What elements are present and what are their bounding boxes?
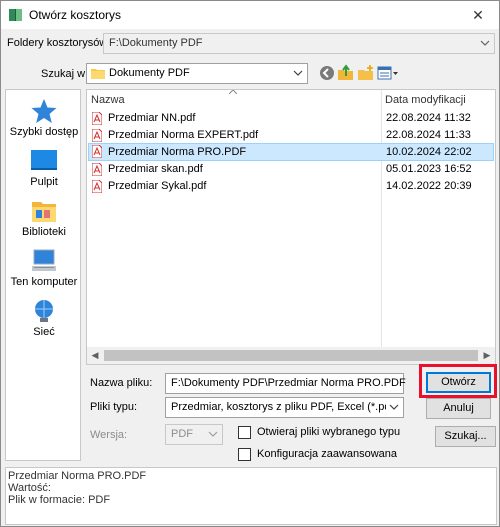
filename-value: F:\Dokumenty PDF\Przedmiar Norma PRO.PDF	[171, 377, 406, 389]
place-desktop[interactable]: Pulpit	[6, 148, 82, 188]
info-value: Wartość:	[8, 482, 51, 494]
chevron-down-icon	[208, 431, 218, 437]
pdf-file-icon	[92, 112, 102, 125]
place-label: Szybki dostęp	[9, 126, 79, 138]
sort-up-icon	[229, 90, 237, 94]
scroll-right-icon[interactable]: ▶	[482, 350, 492, 361]
new-folder-icon[interactable]	[357, 64, 375, 82]
chevron-down-icon	[389, 404, 399, 410]
lookin-combo[interactable]: Dokumenty PDF	[86, 63, 308, 84]
open-selected-type-label: Otwieraj pliki wybranego typu	[257, 426, 401, 438]
chevron-down-icon	[293, 70, 303, 76]
up-folder-icon[interactable]	[337, 64, 355, 82]
advanced-config-checkbox[interactable]	[238, 448, 251, 461]
file-list: Nazwa Data modyfikacji Przedmiar NN.pdf …	[86, 89, 496, 365]
file-name: Przedmiar Norma EXPERT.pdf	[108, 129, 259, 141]
version-combo[interactable]: PDF	[165, 424, 223, 445]
scroll-left-icon[interactable]: ◀	[90, 350, 100, 361]
file-row[interactable]: Przedmiar NN.pdf 22.08.2024 11:32	[88, 110, 494, 127]
star-icon	[31, 99, 57, 123]
title-bar: Otwórz kosztorys ✕	[1, 1, 499, 29]
column-header-date[interactable]: Data modyfikacji	[385, 90, 466, 110]
info-format: Plik w formacie: PDF	[8, 494, 111, 506]
scrollbar-thumb[interactable]	[104, 350, 478, 361]
folders-combo[interactable]: F:\Dokumenty PDF	[103, 33, 495, 54]
advanced-config-label: Konfiguracja zaawansowana	[257, 448, 398, 460]
column-header-name[interactable]: Nazwa	[91, 90, 125, 110]
lookin-value: Dokumenty PDF	[109, 67, 190, 79]
place-network[interactable]: Sieć	[6, 298, 82, 338]
file-info-panel: Przedmiar Norma PRO.PDF Wartość: Plik w …	[5, 467, 497, 525]
back-icon[interactable]	[318, 64, 336, 82]
file-row[interactable]: Przedmiar Sykal.pdf 14.02.2022 20:39	[88, 178, 494, 195]
place-quick-access[interactable]: Szybki dostęp	[6, 98, 82, 138]
window-title: Otwórz kosztorys	[29, 8, 122, 22]
computer-icon	[32, 249, 56, 271]
file-date: 22.08.2024 11:33	[386, 129, 471, 141]
place-label: Biblioteki	[21, 226, 67, 238]
file-name: Przedmiar Sykal.pdf	[108, 180, 207, 192]
file-name: Przedmiar NN.pdf	[108, 112, 196, 124]
place-this-pc[interactable]: Ten komputer	[6, 248, 82, 288]
open-estimate-dialog: Otwórz kosztorys ✕ Foldery kosztorysów: …	[0, 0, 500, 527]
network-icon	[35, 300, 53, 322]
open-button[interactable]: Otwórz	[426, 372, 491, 393]
folders-value: F:\Dokumenty PDF	[109, 37, 203, 49]
file-date: 10.02.2024 22:02	[386, 146, 472, 158]
file-date: 05.01.2023 16:52	[386, 163, 472, 175]
file-row[interactable]: Przedmiar Norma EXPERT.pdf 22.08.2024 11…	[88, 127, 494, 144]
place-label: Sieć	[33, 326, 55, 338]
info-filename: Przedmiar Norma PRO.PDF	[8, 470, 147, 482]
pdf-file-icon	[92, 129, 102, 142]
version-label: Wersja:	[90, 429, 128, 441]
search-button[interactable]: Szukaj...	[435, 426, 496, 447]
place-libraries[interactable]: Biblioteki	[6, 198, 82, 238]
cancel-button[interactable]: Anuluj	[426, 398, 491, 419]
chevron-down-icon	[480, 40, 490, 46]
place-label: Ten komputer	[10, 276, 78, 288]
place-label: Pulpit	[30, 176, 58, 188]
version-value: PDF	[171, 428, 193, 440]
filename-label: Nazwa pliku:	[90, 377, 153, 389]
file-date: 22.08.2024 11:32	[386, 112, 471, 124]
close-button[interactable]: ✕	[463, 4, 493, 26]
filename-input[interactable]: F:\Dokumenty PDF\Przedmiar Norma PRO.PDF	[165, 373, 406, 394]
file-name: Przedmiar Norma PRO.PDF	[108, 146, 247, 158]
file-row[interactable]: Przedmiar skan.pdf 05.01.2023 16:52	[88, 161, 494, 178]
pdf-file-icon	[92, 163, 102, 176]
book-icon	[9, 9, 22, 21]
folder-icon	[91, 69, 105, 79]
open-selected-type-checkbox[interactable]	[238, 426, 251, 439]
pdf-file-icon	[92, 145, 102, 158]
view-menu-icon[interactable]	[377, 64, 399, 82]
libraries-icon	[32, 202, 56, 222]
folders-label: Foldery kosztorysów:	[7, 37, 111, 49]
file-row-selected[interactable]: Przedmiar Norma PRO.PDF 10.02.2024 22:02	[88, 143, 494, 161]
places-bar: Szybki dostęp Pulpit Biblioteki Ten komp…	[5, 89, 81, 461]
horizontal-scrollbar[interactable]: ◀ ▶	[87, 347, 495, 364]
file-name: Przedmiar skan.pdf	[108, 163, 203, 175]
filetype-value: Przedmiar, kosztorys z pliku PDF, Excel …	[171, 401, 386, 413]
pdf-file-icon	[92, 180, 102, 193]
filetype-combo[interactable]: Przedmiar, kosztorys z pliku PDF, Excel …	[165, 397, 404, 418]
filetype-label: Pliki typu:	[90, 401, 138, 413]
desktop-icon	[31, 150, 57, 170]
file-date: 14.02.2022 20:39	[386, 180, 472, 192]
lookin-label: Szukaj w:	[41, 68, 89, 80]
